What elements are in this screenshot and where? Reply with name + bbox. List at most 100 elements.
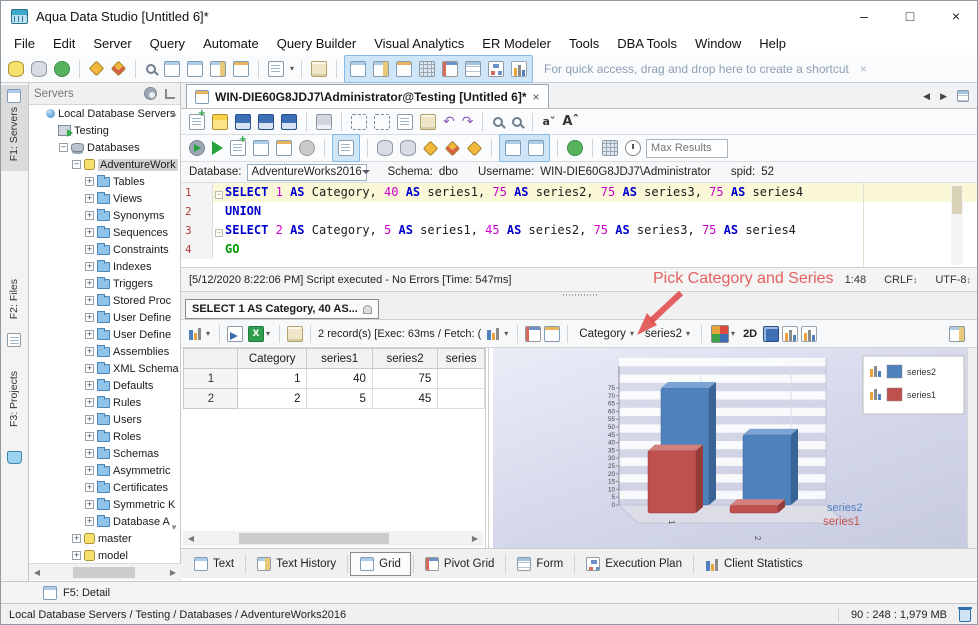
expand-icon[interactable]: +: [85, 432, 94, 441]
maximize-button[interactable]: □: [887, 1, 933, 31]
dimension-toggle[interactable]: 2D: [743, 328, 757, 340]
grid-cell[interactable]: 75: [372, 369, 437, 389]
font-decrease-button[interactable]: aˇ: [540, 112, 557, 132]
menu-tools[interactable]: Tools: [560, 34, 608, 53]
refresh-grid-button[interactable]: [565, 138, 585, 158]
editor-line-4[interactable]: 4GO: [181, 240, 978, 259]
chart-small-2-icon[interactable]: [801, 326, 817, 342]
tree-item-certificates[interactable]: +Certificates: [29, 479, 181, 496]
result-tab-text[interactable]: Text: [185, 553, 243, 575]
tree-item-model[interactable]: +model: [29, 547, 181, 563]
menu-window[interactable]: Window: [686, 34, 750, 53]
excel-export-button[interactable]: ▾: [246, 324, 272, 344]
grid-cell[interactable]: 40: [307, 369, 372, 389]
expand-icon[interactable]: +: [85, 347, 94, 356]
result-tab-client-statistics[interactable]: Client Statistics: [696, 553, 812, 575]
grid-column-header[interactable]: series1: [307, 349, 372, 369]
query-analyzer-button[interactable]: [143, 61, 159, 77]
tree-item-asymmetric[interactable]: +Asymmetric: [29, 462, 181, 479]
save-button[interactable]: [233, 112, 253, 132]
pin-icon[interactable]: [363, 305, 372, 314]
import-tables-button[interactable]: [231, 59, 251, 79]
close-button[interactable]: ×: [933, 1, 978, 31]
expand-icon[interactable]: +: [85, 398, 94, 407]
connect-tool-button[interactable]: [87, 59, 106, 78]
dock-tab-projects[interactable]: F3: Projects: [8, 371, 20, 427]
editor-line-2[interactable]: 2UNION: [181, 202, 978, 221]
collapse-icon[interactable]: −: [59, 143, 68, 152]
table-row[interactable]: 114075: [184, 369, 485, 389]
tree-item-stored-proc[interactable]: +Stored Proc: [29, 292, 181, 309]
execute-script-button[interactable]: [228, 138, 248, 158]
paste-button[interactable]: [418, 112, 438, 132]
grid-column-header[interactable]: series: [438, 349, 485, 369]
tab-list-icon[interactable]: [957, 90, 969, 102]
grid-cell[interactable]: 5: [307, 389, 372, 409]
new-document-button[interactable]: [266, 59, 286, 79]
tab-close-icon[interactable]: ×: [533, 90, 540, 104]
row-number-cell[interactable]: 1: [184, 369, 238, 389]
sql-editor[interactable]: 1−SELECT 1 AS Category, 40 AS series1, 7…: [181, 183, 978, 267]
tree-item-schemas[interactable]: +Schemas: [29, 445, 181, 462]
expand-icon[interactable]: +: [85, 313, 94, 322]
disconnect-button[interactable]: [443, 139, 462, 158]
grid-cell[interactable]: [438, 389, 485, 409]
expand-icon[interactable]: +: [85, 483, 94, 492]
row-number-cell[interactable]: 2: [184, 389, 238, 409]
table-row[interactable]: 22545: [184, 389, 485, 409]
query-results-button[interactable]: [162, 59, 182, 79]
select-button[interactable]: [349, 112, 369, 132]
quick-access-close-icon[interactable]: ×: [860, 62, 867, 76]
editor-line-3[interactable]: 3−SELECT 2 AS Category, 5 AS series1, 45…: [181, 221, 978, 240]
dock-tab-files[interactable]: F2: Files: [8, 279, 20, 319]
grid-hscroll-thumb[interactable]: [239, 533, 389, 544]
tree-item-tables[interactable]: +Tables: [29, 173, 181, 190]
tree-item-xml-schema[interactable]: +XML Schema: [29, 360, 181, 377]
print-button[interactable]: [314, 112, 334, 132]
menu-dba-tools[interactable]: DBA Tools: [608, 34, 686, 53]
unregister-server-button[interactable]: [29, 59, 49, 79]
tree-item-adventurework[interactable]: −AdventureWork: [29, 156, 181, 173]
expand-icon[interactable]: +: [85, 364, 94, 373]
schema-script-button[interactable]: [309, 59, 329, 79]
redo-button[interactable]: ↷: [460, 112, 476, 132]
expand-icon[interactable]: +: [85, 245, 94, 254]
export-icon[interactable]: [227, 326, 243, 342]
tree-item-symmetric-k[interactable]: +Symmetric K: [29, 496, 181, 513]
menu-query-builder[interactable]: Query Builder: [268, 34, 365, 53]
result-tab-form[interactable]: Form: [508, 553, 572, 575]
minimize-button[interactable]: –: [841, 1, 887, 31]
tree-item-triggers[interactable]: +Triggers: [29, 275, 181, 292]
menu-help[interactable]: Help: [750, 34, 795, 53]
expand-icon[interactable]: +: [85, 279, 94, 288]
tree-item-sequences[interactable]: +Sequences: [29, 224, 181, 241]
expand-icon[interactable]: +: [85, 177, 94, 186]
tree-item-master[interactable]: +master: [29, 530, 181, 547]
document-tab[interactable]: WIN-DIE60G8JDJ7\Administrator@Testing [U…: [186, 84, 549, 108]
dock-tab-servers[interactable]: F1: Servers: [8, 107, 20, 161]
expand-icon[interactable]: +: [85, 500, 94, 509]
server-groups-button[interactable]: [52, 59, 72, 79]
expand-icon[interactable]: +: [85, 381, 94, 390]
tree-item-synonyms[interactable]: +Synonyms: [29, 207, 181, 224]
result-chart[interactable]: 05101520253035404550556065707512series2s…: [493, 348, 967, 548]
grid-hscrollbar[interactable]: ◀ ▶: [183, 531, 483, 546]
gear-icon[interactable]: [144, 87, 157, 100]
grid-cell[interactable]: 1: [237, 369, 307, 389]
expand-icon[interactable]: +: [85, 330, 94, 339]
grid-scroll-right-icon[interactable]: ▶: [467, 534, 483, 543]
result-grid[interactable]: Categoryseries1series2series11407522545: [183, 348, 485, 409]
expand-icon[interactable]: +: [85, 211, 94, 220]
chart-gallery-button[interactable]: ▾: [186, 324, 212, 344]
tree-item-views[interactable]: +Views: [29, 190, 181, 207]
mini-chart-button[interactable]: ▾: [484, 324, 510, 344]
legend-toggle-icon[interactable]: [949, 326, 965, 342]
grid-column-header[interactable]: Category: [237, 349, 307, 369]
tree-item-testing[interactable]: Testing: [29, 122, 181, 139]
history-button[interactable]: [623, 138, 643, 158]
dock-icon[interactable]: [165, 89, 175, 99]
open-results-button[interactable]: [208, 59, 228, 79]
grid-cell[interactable]: [438, 369, 485, 389]
fold-collapse-icon[interactable]: −: [215, 229, 223, 237]
tree-item-user-define[interactable]: +User Define: [29, 326, 181, 343]
